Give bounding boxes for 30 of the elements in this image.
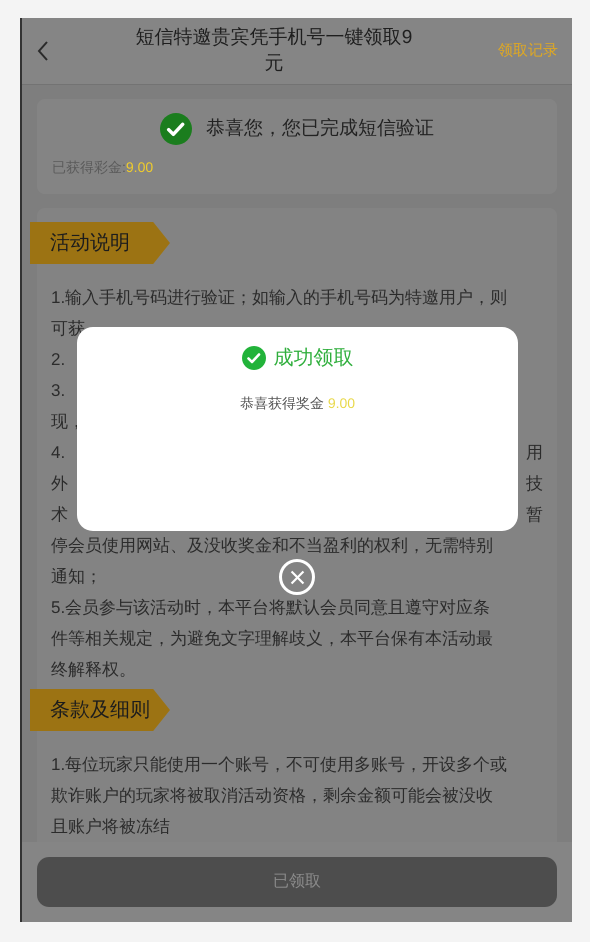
rule-text: 欺诈账户的玩家将被取消活动资格，剩余金额可能会被没收	[51, 784, 493, 807]
page-title: 短信特邀贵宾凭手机号一键领取9元	[134, 26, 414, 76]
verification-message: 恭喜您，您已完成短信验证	[206, 116, 434, 141]
back-icon[interactable]	[36, 40, 50, 62]
success-check-icon	[242, 346, 266, 370]
rule-text: 5.会员参与该活动时，本平台将默认会员同意且遵守对应条	[51, 596, 490, 619]
section-tag: 条款及细则	[30, 689, 170, 731]
close-icon[interactable]	[279, 559, 315, 595]
rule-text: 停会员使用网站、及没收奖金和不当盈利的权利，无需特别	[51, 534, 493, 557]
rule-text: 暂	[526, 504, 543, 526]
rule-text: 终解释权。	[51, 658, 136, 681]
dialog-title: 成功领取	[274, 346, 354, 371]
rule-text: 1.每位玩家只能使用一个账号，不可使用多账号，开设多个或	[51, 754, 508, 776]
section-tag: 活动说明	[30, 222, 170, 264]
success-check-icon	[160, 113, 192, 145]
rule-text: 用	[526, 442, 543, 464]
rule-text: 技	[526, 472, 543, 495]
rule-text: 通知；	[51, 566, 102, 588]
rule-text: 2.	[51, 348, 66, 371]
rule-text: 术	[51, 504, 68, 526]
rule-text: 1.输入手机号码进行验证；如输入的手机号码为特邀用户，则	[51, 286, 508, 309]
dialog-amount: 9.00	[328, 395, 356, 411]
rule-text: 外	[51, 472, 68, 495]
rule-text: 3.	[51, 380, 66, 402]
earned-amount: 9.00	[126, 159, 154, 175]
rule-text: 且账户将被冻结	[51, 816, 170, 838]
records-link[interactable]: 领取记录	[498, 40, 558, 62]
rule-text: 件等相关规定，为避免文字理解歧义，本平台保有本活动最	[51, 628, 493, 650]
rule-text: 4.	[51, 442, 66, 464]
dialog-message: 恭喜获得奖金	[240, 395, 325, 411]
